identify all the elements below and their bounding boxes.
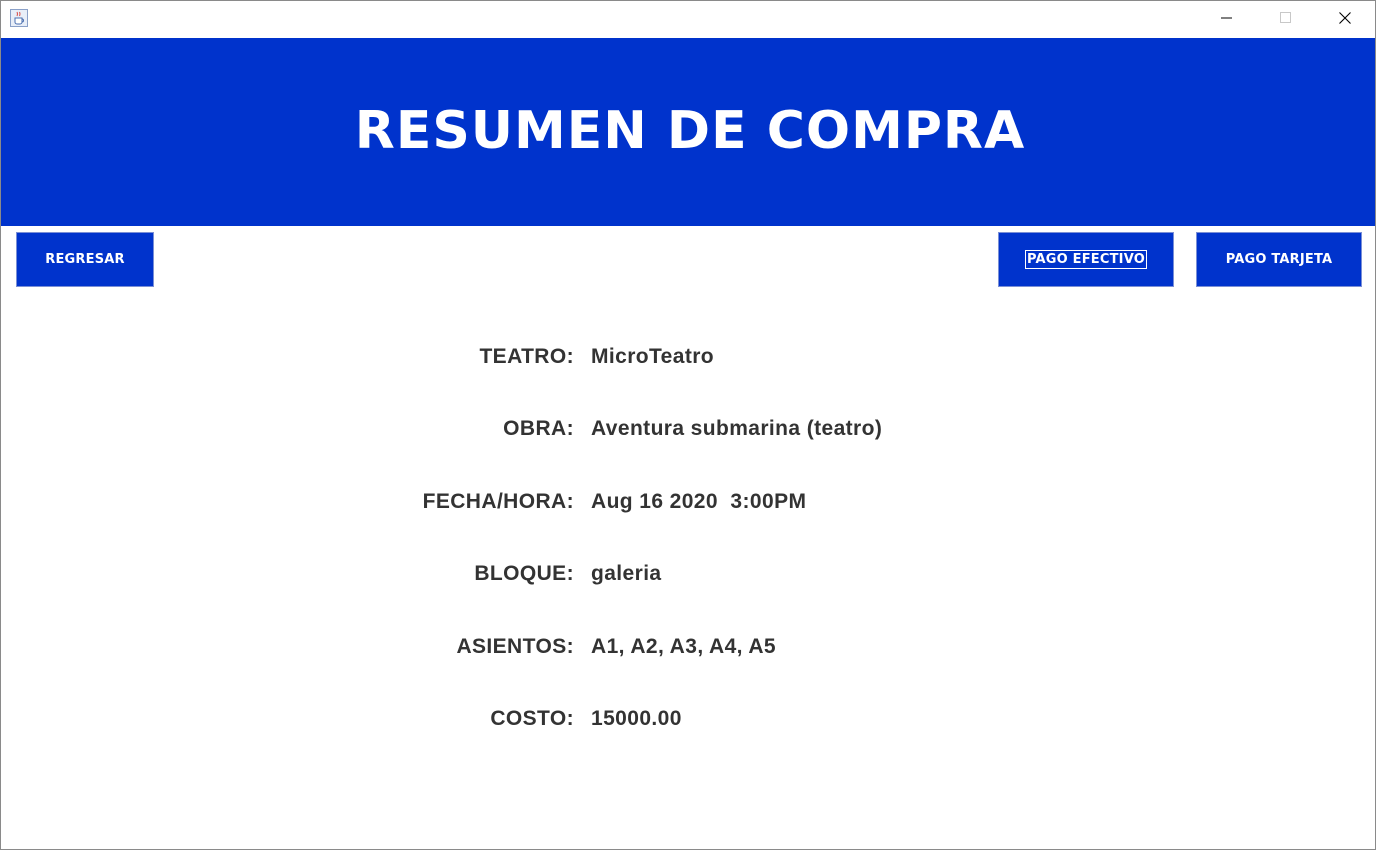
summary-row-block: BLOQUE: galeria [1,554,1375,594]
theater-label: TEATRO: [479,345,574,368]
maximize-icon [1280,11,1292,29]
back-button[interactable]: REGRESAR [16,232,154,287]
block-label: BLOQUE: [474,562,574,585]
minimize-icon [1221,11,1233,29]
summary-row-datetime: FECHA/HORA: Aug 16 2020 3:00PM [1,482,1375,522]
close-icon [1339,11,1351,29]
back-button-label: REGRESAR [45,252,125,267]
minimize-button[interactable] [1198,1,1256,38]
maximize-button[interactable] [1257,1,1315,38]
seats-label: ASIENTOS: [456,635,574,658]
java-cup-icon [10,9,28,27]
play-value: Aventura submarina (teatro) [591,417,883,440]
cost-value: 15000.00 [591,707,682,730]
summary-row-play: OBRA: Aventura submarina (teatro) [1,409,1375,449]
play-label: OBRA: [503,417,574,440]
summary-row-seats: ASIENTOS: A1, A2, A3, A4, A5 [1,627,1375,667]
page-title: RESUMEN DE COMPRA [354,101,1026,161]
summary-row-cost: COSTO: 15000.00 [1,699,1375,739]
datetime-label: FECHA/HORA: [422,490,574,513]
close-button[interactable] [1316,1,1374,38]
app-window: RESUMEN DE COMPRA REGRESAR PAGO EFECTIVO… [0,0,1376,850]
summary-row-theater: TEATRO: MicroTeatro [1,337,1375,377]
card-payment-button[interactable]: PAGO TARJETA [1196,232,1362,287]
cash-payment-button-label: PAGO EFECTIVO [1024,250,1147,269]
title-bar[interactable] [1,1,1375,38]
cost-label: COSTO: [490,707,574,730]
header-banner: RESUMEN DE COMPRA [1,38,1375,226]
seats-value: A1, A2, A3, A4, A5 [591,635,776,658]
datetime-value: Aug 16 2020 3:00PM [591,490,807,513]
cash-payment-button[interactable]: PAGO EFECTIVO [998,232,1174,287]
theater-value: MicroTeatro [591,345,715,368]
card-payment-button-label: PAGO TARJETA [1225,252,1333,267]
block-value: galeria [591,562,662,585]
